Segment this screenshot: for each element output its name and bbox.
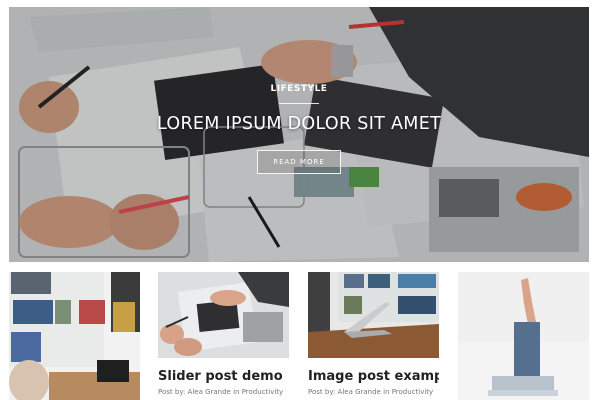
post-thumbnail[interactable]: [158, 272, 289, 358]
post-card[interactable]: [458, 272, 589, 400]
post-thumbnail[interactable]: [458, 272, 589, 400]
post-meta: Post by: Alea Grande in Productivity: [308, 388, 434, 396]
post-card[interactable]: Image post example Post by: Alea Grande …: [308, 272, 439, 400]
post-card[interactable]: Slider post demo Post by: Alea Grande in…: [158, 272, 289, 400]
post-thumbnail[interactable]: [308, 272, 439, 358]
hero-slider[interactable]: LIFESTYLE LOREM IPSUM DOLOR SIT AMET REA…: [9, 7, 589, 262]
hero-title[interactable]: LOREM IPSUM DOLOR SIT AMET: [157, 114, 441, 134]
post-meta: Post by: Alea Grande in Productivity: [158, 388, 284, 396]
hero-category-label[interactable]: LIFESTYLE: [271, 84, 328, 94]
hero-divider: [279, 103, 319, 104]
post-title[interactable]: Slider post demo: [158, 369, 283, 384]
post-thumbnail[interactable]: [9, 272, 140, 400]
read-more-button[interactable]: READ MORE: [257, 150, 341, 174]
post-title[interactable]: Image post example: [308, 369, 439, 384]
post-card[interactable]: [9, 272, 140, 400]
